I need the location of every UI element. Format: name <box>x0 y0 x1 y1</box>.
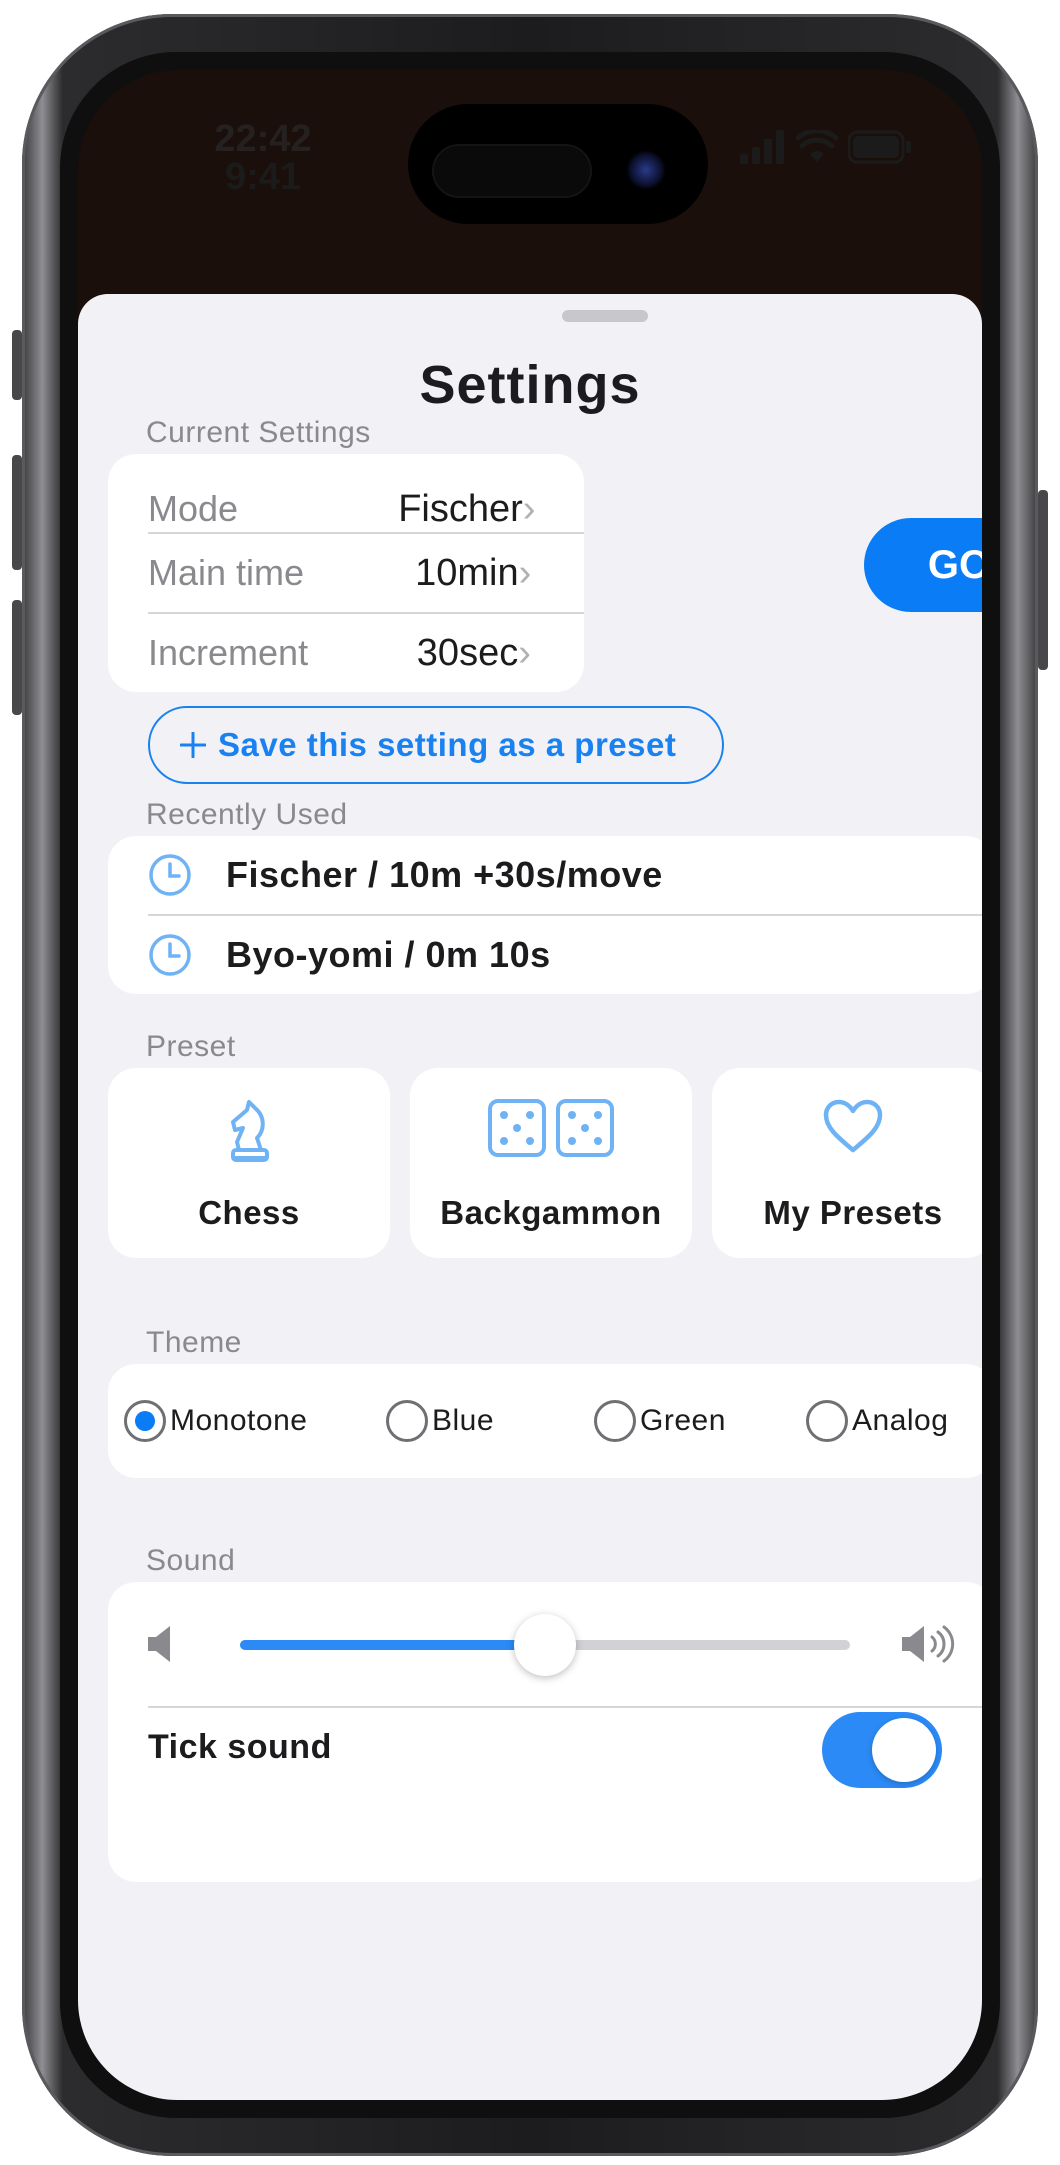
theme-option-label: Analog <box>852 1404 949 1437</box>
setting-value: 10min <box>415 551 519 594</box>
preset-name: My Presets <box>763 1194 943 1231</box>
dynamic-island <box>408 104 708 224</box>
screen: 22:42 9:41 Settings Current Settings Mod… <box>78 70 982 2100</box>
tick-sound-label: Tick sound <box>148 1728 332 1766</box>
status-time-main: 9:41 <box>224 156 302 198</box>
power-button <box>1038 490 1048 670</box>
volume-down-button <box>12 600 22 715</box>
wifi-icon <box>796 130 838 162</box>
battery-icon <box>848 130 911 164</box>
status-icons <box>740 130 912 164</box>
phone-frame: 22:42 9:41 Settings Current Settings Mod… <box>22 14 1038 2156</box>
preset-icon-wrap <box>410 1098 692 1168</box>
preset-icon-wrap <box>108 1098 390 1168</box>
status-time-ghost: 22:42 <box>214 118 312 160</box>
theme-card: Monotone Blue Green Analog <box>108 1364 982 1478</box>
tick-sound-toggle[interactable] <box>822 1712 942 1788</box>
camera-icon <box>626 150 666 190</box>
radio-icon <box>594 1400 636 1442</box>
chevron-right-icon: › <box>518 631 531 674</box>
section-label-preset: Preset <box>146 1030 236 1063</box>
current-settings-card: Mode Fischer › Main time 10min › Increme… <box>108 454 584 692</box>
setting-value: Fischer <box>398 487 523 530</box>
preset-icon-wrap <box>712 1098 982 1168</box>
radio-icon <box>386 1400 428 1442</box>
preset-name: Backgammon <box>440 1194 662 1231</box>
radio-selected-icon <box>124 1400 166 1442</box>
setting-label: Mode <box>148 488 239 529</box>
setting-value: 30sec <box>416 631 519 674</box>
setting-row-increment[interactable]: Increment 30sec › <box>148 614 584 692</box>
theme-option-green[interactable]: Green <box>594 1400 726 1442</box>
chess-knight-icon <box>231 1100 269 1162</box>
island-sensor <box>432 144 592 198</box>
save-preset-label: Save this setting as a preset <box>218 726 677 763</box>
phone-bezel: 22:42 9:41 Settings Current Settings Mod… <box>60 52 1000 2118</box>
speaker-loud-icon <box>902 1625 955 1663</box>
theme-option-monotone[interactable]: Monotone <box>124 1400 307 1442</box>
chevron-right-icon: › <box>518 551 532 594</box>
settings-sheet: Settings Current Settings Mode Fischer ›… <box>78 294 982 2100</box>
speaker-mute-icon <box>148 1626 170 1662</box>
page-title: Settings <box>419 355 641 415</box>
chevron-right-icon: › <box>522 487 536 530</box>
section-label-theme: Theme <box>146 1326 242 1359</box>
recently-used-card: Fischer / 10m +30s/move Byo-yomi / 0m 10… <box>108 836 982 994</box>
status-time: 22:42 9:41 <box>188 120 338 196</box>
radio-icon <box>806 1400 848 1442</box>
recent-item-text: Fischer / 10m +30s/move <box>226 854 663 895</box>
volume-slider-knob[interactable] <box>514 1614 576 1676</box>
volume-slider[interactable] <box>240 1614 850 1676</box>
theme-option-label: Blue <box>432 1404 495 1437</box>
toggle-knob <box>872 1718 936 1782</box>
divider <box>148 1706 982 1708</box>
dice-icon <box>488 1099 614 1157</box>
clock-icon <box>149 934 191 976</box>
theme-option-label: Monotone <box>170 1404 308 1437</box>
theme-option-label: Green <box>640 1404 726 1437</box>
volume-up-button <box>12 455 22 570</box>
recent-item[interactable]: Byo-yomi / 0m 10s <box>148 916 982 994</box>
sound-card: Tick sound <box>108 1582 982 1882</box>
preset-my-presets[interactable]: My Presets <box>712 1068 982 1258</box>
action-button <box>12 330 22 400</box>
theme-option-analog[interactable]: Analog <box>806 1400 948 1442</box>
setting-label: Increment <box>148 632 309 673</box>
recent-item-text: Byo-yomi / 0m 10s <box>226 934 551 975</box>
volume-slider-fill <box>240 1640 545 1650</box>
preset-chess[interactable]: Chess <box>108 1068 390 1258</box>
section-label-sound: Sound <box>146 1544 236 1577</box>
preset-backgammon[interactable]: Backgammon <box>410 1068 692 1258</box>
sheet-grabber[interactable] <box>562 310 648 322</box>
recent-item[interactable]: Fischer / 10m +30s/move <box>148 836 982 914</box>
setting-label: Main time <box>148 552 305 593</box>
cellular-signal-icon <box>740 130 784 164</box>
heart-icon <box>823 1099 883 1153</box>
section-label-recently-used: Recently Used <box>146 798 348 831</box>
section-label-current-settings: Current Settings <box>146 416 371 449</box>
preset-name: Chess <box>198 1194 300 1231</box>
plus-icon <box>180 732 206 758</box>
clock-icon <box>149 854 191 896</box>
save-preset-button[interactable]: Save this setting as a preset <box>148 706 724 784</box>
go-button[interactable]: GO <box>864 518 982 612</box>
setting-row-main-time[interactable]: Main time 10min › <box>148 534 584 612</box>
theme-option-blue[interactable]: Blue <box>386 1400 494 1442</box>
